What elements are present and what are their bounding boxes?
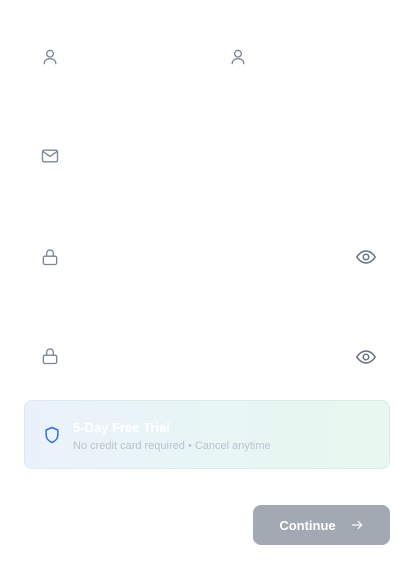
confirm-password-field — [24, 337, 390, 377]
trial-subtitle: No credit card required • Cancel anytime — [73, 440, 271, 452]
email-input[interactable] — [24, 136, 390, 176]
continue-label: Continue — [279, 517, 336, 533]
free-trial-banner: 5-Day Free Trial No credit card required… — [24, 400, 390, 469]
continue-button[interactable]: Continue — [253, 505, 390, 545]
mail-icon — [40, 146, 60, 166]
shield-icon — [42, 425, 62, 445]
eye-icon[interactable] — [354, 247, 378, 267]
password-field — [24, 237, 390, 277]
lock-icon — [40, 247, 60, 267]
email-field — [24, 136, 390, 176]
signup-form: 5-Day Free Trial No credit card required… — [0, 0, 414, 569]
password-input[interactable] — [24, 237, 390, 277]
trial-title: 5-Day Free Trial — [73, 420, 170, 435]
confirm-password-input[interactable] — [24, 337, 390, 377]
arrow-right-icon — [350, 518, 364, 532]
user-icon — [40, 47, 60, 67]
eye-icon[interactable] — [354, 347, 378, 367]
first-name-field — [24, 37, 204, 77]
user-icon — [228, 47, 248, 67]
lock-icon — [40, 346, 60, 366]
last-name-field — [212, 37, 390, 77]
